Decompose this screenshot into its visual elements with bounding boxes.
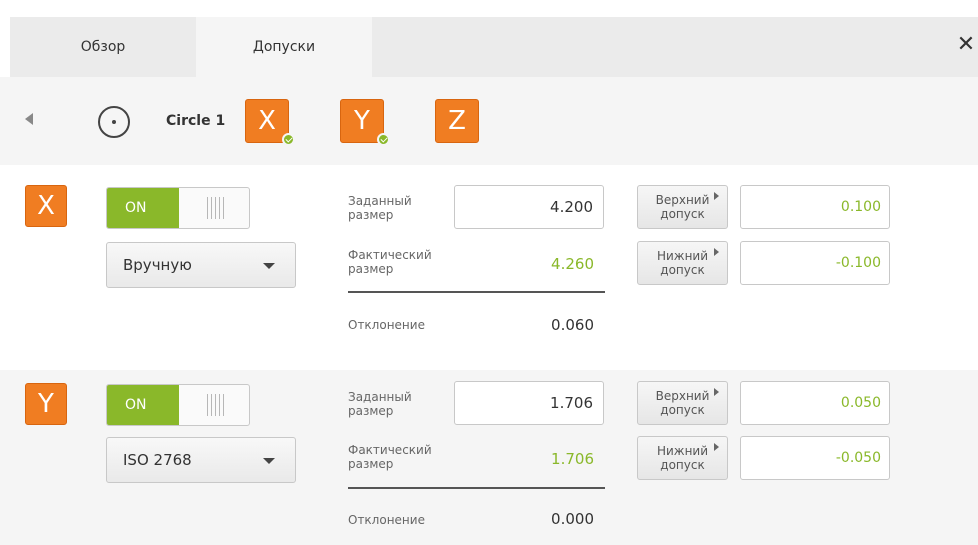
actual-value-x: 4.260 [551, 255, 594, 273]
triangle-right-icon [714, 248, 719, 256]
triangle-right-icon [714, 443, 719, 451]
tolerance-panel-x: X ON Вручную Заданный размер 4.200 Фактич… [0, 182, 978, 362]
axis-x-badge: X [25, 185, 67, 227]
feature-selector-row: Circle 1 X Y Z [0, 77, 978, 165]
lower-tolerance-button-x[interactable]: Нижний допуск [637, 241, 728, 285]
upper-tolerance-input-y[interactable]: 0.050 [740, 381, 890, 425]
lower-tolerance-input-y[interactable]: -0.050 [740, 436, 890, 480]
check-icon [282, 133, 295, 146]
dropdown-value: Вручную [123, 256, 192, 274]
circle-icon [98, 106, 130, 138]
chevron-down-icon [263, 263, 275, 269]
divider [348, 487, 605, 489]
upper-tolerance-input-x[interactable]: 0.100 [740, 185, 890, 229]
nominal-label: Заданный размер [348, 390, 412, 418]
lower-tolerance-input-x[interactable]: -0.100 [740, 241, 890, 285]
triangle-right-icon [714, 388, 719, 396]
tolerance-panel-y: Y ON ISO 2768 Заданный размер 1.706 Факти… [0, 370, 978, 545]
feature-name: Circle 1 [166, 113, 226, 129]
upper-tolerance-button-x[interactable]: Верхний допуск [637, 185, 728, 229]
tab-tolerances[interactable]: Допуски [196, 17, 372, 77]
back-arrow-icon[interactable] [25, 113, 33, 125]
close-icon[interactable]: ✕ [954, 33, 978, 57]
toggle-grip-icon [207, 197, 227, 219]
actual-label: Фактический размер [348, 248, 432, 276]
nominal-label: Заданный размер [348, 194, 412, 222]
dropdown-value: ISO 2768 [123, 451, 192, 469]
tolerance-mode-dropdown-x[interactable]: Вручную [106, 242, 296, 288]
chevron-down-icon [263, 458, 275, 464]
toggle-on-label: ON [107, 385, 179, 425]
lower-tolerance-button-y[interactable]: Нижний допуск [637, 436, 728, 480]
divider [348, 291, 605, 293]
toggle-grip-icon [207, 394, 227, 416]
deviation-label: Отклонение [348, 513, 425, 527]
actual-value-y: 1.706 [551, 450, 594, 468]
axis-x-label: X [258, 106, 276, 136]
toggle-on-label: ON [107, 188, 179, 228]
on-off-toggle-x[interactable]: ON [106, 187, 250, 229]
upper-tolerance-button-y[interactable]: Верхний допуск [637, 381, 728, 425]
triangle-right-icon [714, 192, 719, 200]
on-off-toggle-y[interactable]: ON [106, 384, 250, 426]
deviation-value-x: 0.060 [551, 316, 594, 334]
tab-bar: Обзор Допуски ✕ [10, 17, 978, 77]
actual-label: Фактический размер [348, 443, 432, 471]
axis-y-label: Y [354, 106, 370, 136]
axis-z-label: Z [448, 106, 466, 136]
tab-overview[interactable]: Обзор [10, 17, 196, 77]
check-icon [377, 133, 390, 146]
nominal-input-y[interactable]: 1.706 [454, 381, 604, 425]
axis-y-button[interactable]: Y [340, 99, 390, 146]
nominal-input-x[interactable]: 4.200 [454, 185, 604, 229]
tolerance-mode-dropdown-y[interactable]: ISO 2768 [106, 437, 296, 483]
axis-z-button[interactable]: Z [435, 99, 479, 143]
deviation-value-y: 0.000 [551, 510, 594, 528]
axis-y-badge: Y [25, 383, 67, 425]
axis-x-button[interactable]: X [245, 99, 295, 146]
deviation-label: Отклонение [348, 318, 425, 332]
